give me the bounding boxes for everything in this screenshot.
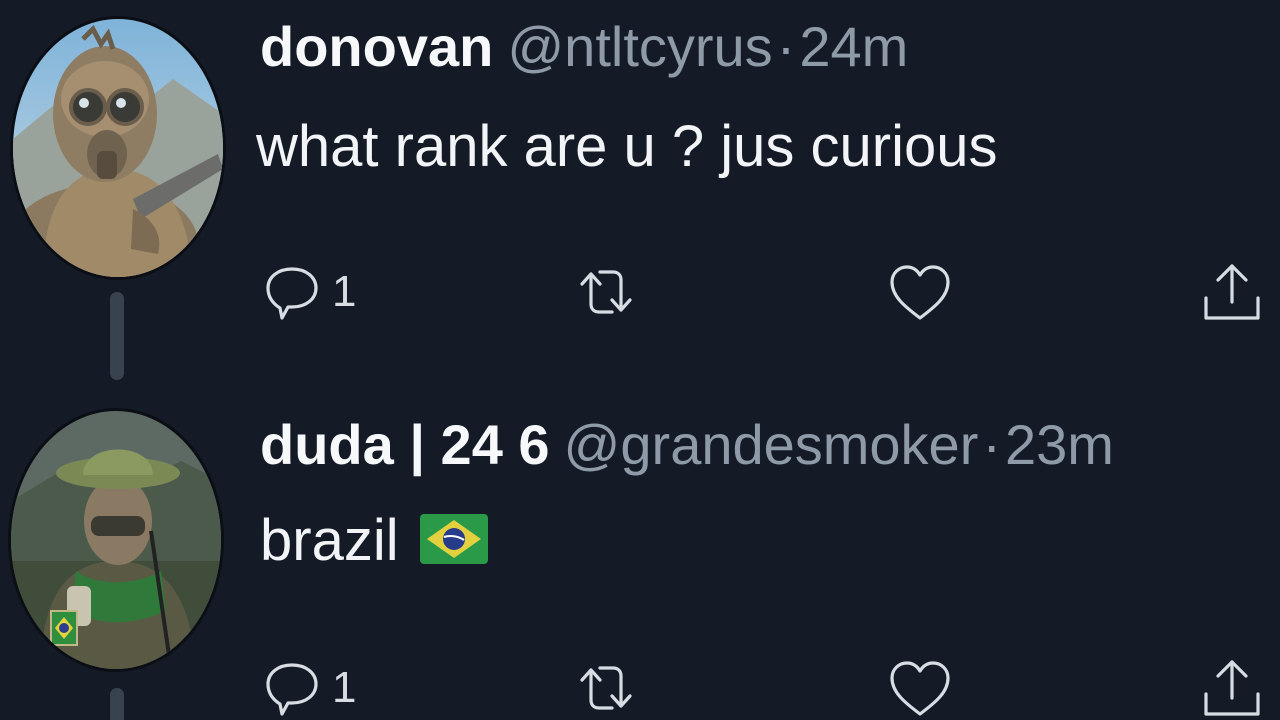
share-button[interactable] [1196, 252, 1268, 332]
share-button[interactable] [1196, 648, 1268, 720]
avatar[interactable] [10, 16, 226, 280]
retweet-icon [580, 270, 632, 314]
avatar[interactable] [8, 408, 224, 672]
share-icon [1204, 660, 1260, 716]
tweet-item[interactable]: duda | 24 6 @grandesmoker·23m brazil 1 [0, 390, 1280, 720]
tweet-header: duda | 24 6 @grandesmoker·23m [260, 414, 1114, 476]
bucket-hat-soldier-avatar-icon [11, 411, 221, 669]
user-handle[interactable]: @grandesmoker [564, 413, 979, 476]
tweet-actions: 1 [0, 648, 1280, 720]
share-icon [1204, 264, 1260, 320]
reply-button[interactable]: 1 [258, 648, 356, 720]
timestamp[interactable]: 24m [799, 15, 908, 78]
retweet-icon [580, 666, 632, 710]
reply-icon [266, 267, 318, 320]
reply-icon [266, 663, 318, 716]
reply-count: 1 [332, 663, 357, 712]
tweet-text: brazil [260, 508, 489, 574]
heart-icon [890, 265, 950, 320]
retweet-button[interactable] [570, 648, 642, 720]
display-name[interactable]: donovan [260, 15, 493, 78]
tweet-text-content: brazil [260, 508, 399, 573]
reply-count: 1 [332, 267, 357, 316]
gas-mask-soldier-avatar-icon [13, 19, 223, 277]
display-name[interactable]: duda | 24 6 [260, 413, 550, 476]
tweet-actions: 1 [0, 252, 1280, 332]
like-button[interactable] [884, 252, 956, 332]
retweet-button[interactable] [570, 252, 642, 332]
time-separator: · [982, 413, 1002, 476]
tweet-header: donovan @ntltcyrus·24m [260, 16, 908, 78]
heart-icon [890, 661, 950, 716]
brazil-flag-emoji-icon [419, 514, 488, 564]
reply-button[interactable]: 1 [258, 252, 356, 332]
tweet-item[interactable]: donovan @ntltcyrus·24m what rank are u ? … [0, 0, 1280, 380]
like-button[interactable] [884, 648, 956, 720]
time-separator: · [776, 15, 796, 78]
tweet-text: what rank are u ? jus curious [256, 114, 998, 179]
timestamp[interactable]: 23m [1005, 413, 1114, 476]
user-handle[interactable]: @ntltcyrus [507, 15, 772, 78]
